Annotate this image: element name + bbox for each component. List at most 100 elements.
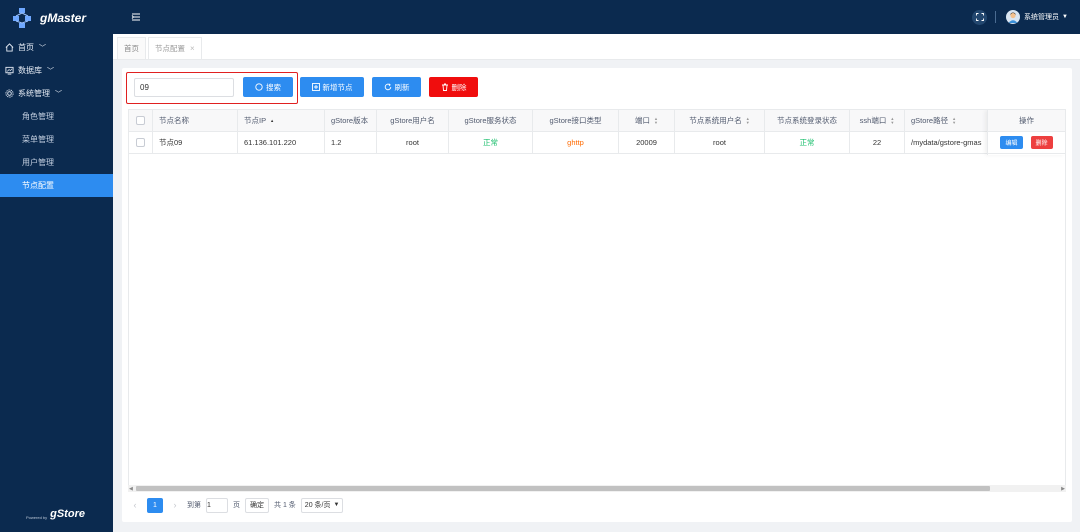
col-port[interactable]: 端口 ▲ ▼ bbox=[619, 110, 675, 131]
cell-node-ip: 61.136.101.220 bbox=[238, 132, 325, 153]
menu-home-label: 首页 bbox=[18, 43, 34, 52]
cell-login-status: 正常 bbox=[765, 132, 850, 153]
cell-sys-user: root bbox=[675, 132, 765, 153]
edit-button[interactable]: 编辑 bbox=[1000, 136, 1023, 149]
select-all-checkbox[interactable] bbox=[136, 116, 145, 125]
menu-database-label: 数据库 bbox=[18, 66, 42, 75]
page-number-current[interactable]: 1 bbox=[147, 497, 163, 513]
gstore-logo: gStore bbox=[50, 508, 85, 520]
refresh-button[interactable]: 刷新 bbox=[372, 77, 421, 97]
col-service-status: gStore服务状态 bbox=[449, 110, 533, 131]
sidebar-item-menus[interactable]: 菜单管理 bbox=[0, 128, 113, 151]
col-node-ip[interactable]: 节点IP ▲ bbox=[238, 110, 325, 131]
search-icon bbox=[255, 83, 263, 91]
col-version: gStore版本 bbox=[325, 110, 377, 131]
brand[interactable]: gMaster bbox=[0, 0, 113, 36]
sidebar-item-users[interactable]: 用户管理 bbox=[0, 151, 113, 174]
sort-icon[interactable]: ▲ ▼ bbox=[746, 116, 750, 125]
goto-page-input[interactable] bbox=[206, 497, 228, 513]
trash-icon bbox=[441, 83, 448, 91]
goto-confirm-button[interactable]: 确定 bbox=[245, 497, 269, 513]
avatar[interactable] bbox=[1006, 10, 1021, 24]
goto-label: 到第 bbox=[187, 502, 201, 509]
col-gstore-user: gStore用户名 bbox=[377, 110, 449, 131]
top-header: 系统管理员 ▼ bbox=[113, 0, 1080, 34]
menu-home[interactable]: 首页 ﹀ bbox=[0, 36, 113, 59]
home-icon bbox=[5, 43, 14, 52]
scroll-right-icon[interactable]: ▶ bbox=[1061, 486, 1065, 492]
fullscreen-icon bbox=[975, 13, 984, 21]
username[interactable]: 系统管理员 bbox=[1024, 12, 1059, 22]
cell-api-type: ghttp bbox=[533, 132, 619, 153]
add-node-button-label: 新增节点 bbox=[322, 82, 353, 92]
cell-version: 1.2 bbox=[325, 132, 377, 153]
prev-page-icon[interactable]: ‹ bbox=[128, 500, 142, 510]
tab-node-config[interactable]: 节点配置 × bbox=[148, 37, 202, 59]
tab-node-config-label: 节点配置 bbox=[155, 44, 185, 53]
cell-path: /mydata/gstore-gmas bbox=[905, 132, 995, 153]
col-sys-user[interactable]: 节点系统用户名 ▲ ▼ bbox=[675, 110, 765, 131]
sort-icon[interactable]: ▲ bbox=[270, 118, 274, 123]
tab-home-label: 首页 bbox=[124, 44, 139, 53]
app-name: gMaster bbox=[40, 11, 87, 25]
sort-icon[interactable]: ▲ ▼ bbox=[654, 116, 658, 125]
table-header: 节点名称 节点IP ▲ gStore版本 gStore用户名 gStore服务状态… bbox=[129, 110, 1065, 132]
row-select-cell bbox=[129, 132, 153, 153]
caret-down-icon[interactable]: ▼ bbox=[1062, 14, 1068, 20]
menu-database[interactable]: 数据库 ﹀ bbox=[0, 59, 113, 82]
horizontal-scrollbar[interactable]: ◀ ▶ bbox=[128, 485, 1066, 492]
close-icon[interactable]: × bbox=[190, 44, 195, 53]
table-row[interactable]: 节点09 61.136.101.220 1.2 root 正常 ghttp 20… bbox=[129, 132, 1065, 154]
chevron-down-icon: ▼ bbox=[333, 502, 340, 508]
sidebar-item-roles[interactable]: 角色管理 bbox=[0, 105, 113, 128]
col-api-type: gStore接口类型 bbox=[533, 110, 619, 131]
sort-icon[interactable]: ▲ ▼ bbox=[890, 116, 894, 125]
menu-system[interactable]: 系统管理 ﹀ bbox=[0, 82, 113, 105]
search-input[interactable] bbox=[134, 78, 234, 97]
col-path[interactable]: gStore路径 ▲ ▼ bbox=[905, 110, 995, 131]
row-checkbox[interactable] bbox=[136, 138, 145, 147]
menu-collapse-icon[interactable] bbox=[131, 12, 141, 22]
gmaster-logo-icon bbox=[13, 8, 31, 28]
sidebar: gMaster 首页 ﹀ 数据库 ﹀ 系统管理 ﹀ 角色管理 菜单管理 用户管理… bbox=[0, 0, 113, 532]
content-card: 搜索 新增节点 刷新 删除 节点名称 节点IP▲ gStore版本 gStore… bbox=[122, 68, 1072, 522]
search-button[interactable]: 搜索 bbox=[243, 77, 293, 97]
add-node-button[interactable]: 新增节点 bbox=[300, 77, 364, 97]
fullscreen-button[interactable] bbox=[972, 9, 988, 25]
database-icon bbox=[5, 66, 14, 75]
cell-port: 20009 bbox=[619, 132, 675, 153]
search-button-label: 搜索 bbox=[266, 82, 281, 92]
row-delete-button[interactable]: 删除 bbox=[1030, 136, 1053, 149]
next-page-icon[interactable]: › bbox=[168, 500, 182, 510]
gear-icon bbox=[5, 89, 14, 98]
total-count: 共 1 条 bbox=[274, 502, 296, 509]
cell-service-status: 正常 bbox=[449, 132, 533, 153]
powered-by-gstore: Powered by gStore bbox=[26, 508, 85, 520]
tab-home[interactable]: 首页 bbox=[117, 37, 146, 59]
scroll-left-icon[interactable]: ◀ bbox=[129, 486, 133, 492]
user-avatar-icon bbox=[1008, 12, 1018, 23]
chevron-down-icon: ﹀ bbox=[39, 44, 46, 52]
actions-column: 操作 编辑 删除 bbox=[987, 110, 1065, 155]
row-actions: 编辑 删除 bbox=[988, 132, 1065, 154]
chevron-down-icon: ﹀ bbox=[47, 67, 54, 75]
refresh-icon bbox=[384, 83, 391, 91]
delete-button[interactable]: 删除 bbox=[429, 77, 478, 97]
node-table: 节点名称 节点IP ▲ gStore版本 gStore用户名 gStore服务状态… bbox=[128, 109, 1066, 487]
page-size-value: 20 条/页 bbox=[304, 502, 331, 509]
page-tabs: 首页 节点配置 × bbox=[113, 34, 1080, 60]
col-ssh-port[interactable]: ssh端口 ▲ ▼ bbox=[850, 110, 905, 131]
col-sys-user-label: 节点系统用户名 bbox=[689, 116, 742, 125]
app-root: gMaster 首页 ﹀ 数据库 ﹀ 系统管理 ﹀ 角色管理 菜单管理 用户管理… bbox=[0, 0, 1080, 532]
header-divider bbox=[995, 11, 997, 23]
select-all-cell bbox=[129, 110, 153, 131]
col-actions: 操作 bbox=[988, 110, 1065, 132]
cell-node-name: 节点09 bbox=[153, 132, 238, 153]
page-size-select[interactable]: 20 条/页 ▼ bbox=[300, 497, 344, 513]
scrollbar-thumb[interactable] bbox=[136, 486, 990, 491]
cell-ssh-port: 22 bbox=[850, 132, 905, 153]
pagination: ‹ 1 › 到第 页 确定 共 1 条 20 条/页 ▼ bbox=[128, 497, 344, 513]
sort-icon[interactable]: ▲ ▼ bbox=[952, 116, 956, 125]
refresh-button-label: 刷新 bbox=[394, 82, 410, 92]
sidebar-item-node-config[interactable]: 节点配置 bbox=[0, 174, 113, 197]
